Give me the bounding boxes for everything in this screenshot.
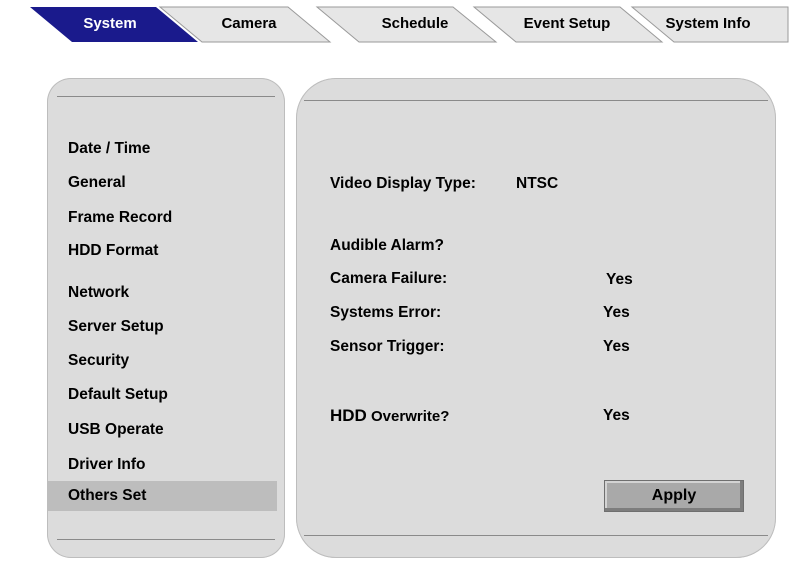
sidebar-item-hdd-format[interactable]: HDD Format [47,236,277,266]
sensor-trigger-label: Sensor Trigger: [330,338,445,355]
tab-schedule[interactable]: Schedule [365,14,465,34]
video-display-type-label: Video Display Type: [330,175,476,192]
camera-failure-label: Camera Failure: [330,270,448,287]
hdd-overwrite-label-prefix: HDD [330,406,367,425]
hdd-overwrite-label-suffix: Overwrite? [366,408,450,425]
tab-bar: System Camera Schedule Event Setup Syste… [0,0,792,48]
tab-event-setup[interactable]: Event Setup [502,14,632,34]
sidebar-item-network[interactable]: Network [47,278,277,308]
hdd-overwrite-value[interactable]: Yes [603,406,630,426]
apply-button[interactable]: Apply [604,480,744,512]
video-display-type-value[interactable]: NTSC [516,174,558,194]
divider [57,96,275,97]
divider [304,100,768,101]
sidebar-item-frame-record[interactable]: Frame Record [47,203,277,233]
sidebar-item-server-setup[interactable]: Server Setup [47,312,277,342]
tab-system-info[interactable]: System Info [648,14,768,34]
hdd-overwrite-label: HDD Overwrite? [330,406,449,427]
tab-camera[interactable]: Camera [199,14,299,34]
settings-panel: Video Display Type: NTSC Audible Alarm? … [296,78,776,558]
sidebar-item-driver-info[interactable]: Driver Info [47,450,277,480]
camera-failure-value[interactable]: Yes [606,270,633,290]
sidebar-item-usb-operate[interactable]: USB Operate [47,415,277,445]
systems-error-value[interactable]: Yes [603,303,630,323]
divider [57,539,275,540]
sidebar-item-date-time[interactable]: Date / Time [47,134,277,164]
audible-alarm-heading: Audible Alarm? [330,237,444,254]
systems-error-label: Systems Error: [330,304,442,321]
sidebar-item-general[interactable]: General [47,168,277,198]
tab-system[interactable]: System [60,14,160,34]
sidebar-item-others-set[interactable]: Others Set [47,481,277,511]
divider [304,535,768,536]
sensor-trigger-value[interactable]: Yes [603,337,630,357]
sidebar-item-security[interactable]: Security [47,346,277,376]
sidebar-menu: Date / Time General Frame Record HDD For… [47,78,285,558]
sidebar-item-default-setup[interactable]: Default Setup [47,380,277,410]
